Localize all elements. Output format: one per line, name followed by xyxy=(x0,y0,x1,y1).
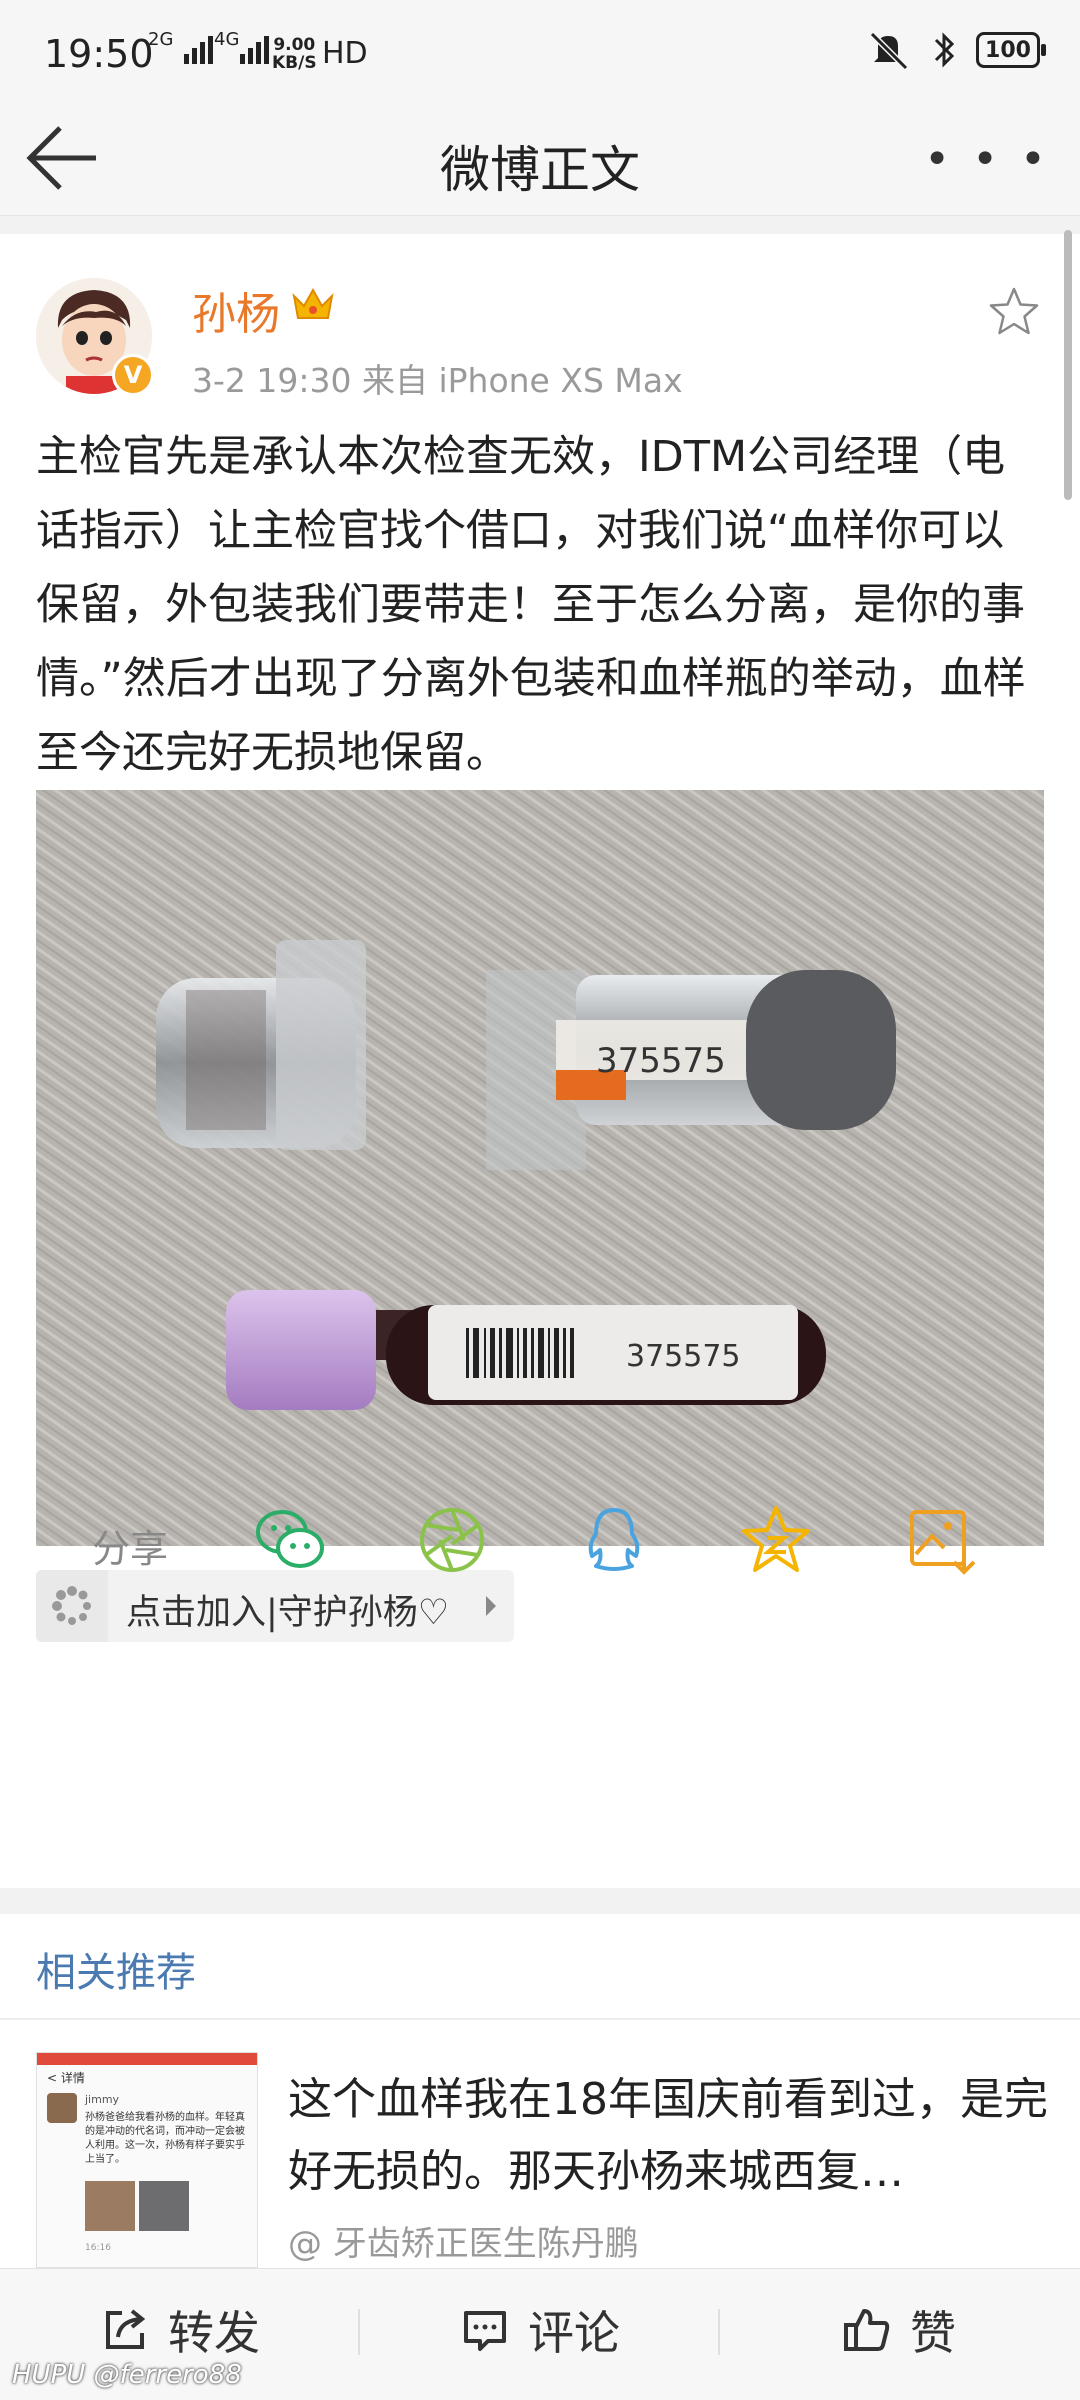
comment-label: 评论 xyxy=(528,2306,620,2360)
related-item-source[interactable]: @ 牙齿矫正医生陈丹鹏 xyxy=(288,2216,639,2265)
post-body-text: 主检官先是承认本次检查无效，IDTM公司经理（电话指示）让主检官找个借口，对我们… xyxy=(36,432,1026,778)
wechat-icon[interactable] xyxy=(250,1500,330,1580)
thumb-avatar xyxy=(47,2093,77,2123)
repost-label: 转发 xyxy=(168,2306,260,2360)
qzone-icon[interactable] xyxy=(736,1500,816,1580)
mute-vibrate-icon xyxy=(869,31,909,70)
network-4g-label: 4G xyxy=(214,29,240,50)
speed-value: 9.00 xyxy=(273,35,316,55)
share-label: 分享 xyxy=(92,1527,169,1571)
more-options-icon[interactable]: • • • xyxy=(924,134,1050,185)
net-speed: 9.00 KB/S xyxy=(272,36,317,72)
save-image-icon[interactable] xyxy=(902,1500,982,1580)
favorite-star-icon[interactable] xyxy=(986,284,1042,340)
blood-sample-photo: 375575 375575 xyxy=(36,790,1044,1546)
qq-icon[interactable] xyxy=(574,1500,654,1580)
thumb-time: 16:16 xyxy=(85,2243,111,2253)
comment-button[interactable]: 评论 xyxy=(460,2295,620,2365)
post-author-name[interactable]: 孙杨 xyxy=(192,278,280,342)
top-nav-bar: 微博正文 • • • xyxy=(0,100,1080,216)
hd-label: HD xyxy=(322,36,368,71)
chevron-right-icon xyxy=(486,1596,496,1616)
comment-icon xyxy=(464,2311,506,2351)
thumb-user: jimmy xyxy=(85,2093,120,2106)
battery-indicator: 100 xyxy=(976,32,1046,68)
thumb-header: < 详情 xyxy=(47,2071,85,2085)
related-section-title: 相关推荐 xyxy=(36,1950,196,1996)
related-item-thumbnail[interactable]: < 详情 jimmy 孙杨爸爸给我看孙杨的血样。年轻真的是冲动的代名词，而冲动一… xyxy=(36,2052,258,2268)
thumbs-up-icon xyxy=(844,2309,890,2351)
signal-icon-2 xyxy=(240,34,269,64)
like-button[interactable]: 赞 xyxy=(842,2295,956,2365)
status-bar: 19:50 2G 4G 9.00 KB/S HD 100 xyxy=(0,0,1080,100)
thumb-caption: 孙杨爸爸给我看孙杨的血样。年轻真的是冲动的代名词，而冲动一定会被人利用。这一次，… xyxy=(85,2112,245,2165)
divider xyxy=(0,2018,1080,2020)
verified-badge: V xyxy=(112,354,154,396)
repost-button[interactable]: 转发 xyxy=(100,2295,260,2365)
network-2g-label: 2G xyxy=(148,29,174,50)
share-row: 分享 xyxy=(0,1490,1080,1590)
topic-label: 点击加入|守护孙杨♡ xyxy=(126,1593,450,1633)
divider xyxy=(718,2309,720,2355)
repost-icon xyxy=(106,2309,146,2349)
thumb-header-text: 详情 xyxy=(60,2071,85,2085)
thumb-photo-1 xyxy=(85,2181,135,2231)
post-image[interactable]: 375575 375575 xyxy=(36,790,1044,1546)
moments-icon[interactable] xyxy=(412,1500,492,1580)
container-label: 375575 xyxy=(596,1041,726,1081)
signal-icon xyxy=(184,34,213,64)
watermark: HUPU @ferrero88 xyxy=(12,2360,242,2390)
scrollbar[interactable] xyxy=(1064,230,1072,500)
bluetooth-icon xyxy=(934,32,955,68)
page-title: 微博正文 xyxy=(440,141,640,199)
like-label: 赞 xyxy=(910,2306,956,2360)
status-time: 19:50 xyxy=(44,32,154,76)
thumb-photo-2 xyxy=(139,2181,189,2231)
related-item-title[interactable]: 这个血样我在18年国庆前看到过，是完好无损的。那天孙杨来城西复… xyxy=(288,2064,1048,2208)
section-divider xyxy=(0,1888,1080,1914)
thumb-top-bar xyxy=(37,2053,257,2065)
divider xyxy=(358,2309,360,2355)
divider xyxy=(0,216,1080,234)
post-meta: 3-2 19:30 来自 iPhone XS Max xyxy=(192,361,683,400)
speed-unit: KB/S xyxy=(272,53,317,73)
tube-label: 375575 xyxy=(626,1339,741,1374)
crown-icon xyxy=(292,287,334,319)
